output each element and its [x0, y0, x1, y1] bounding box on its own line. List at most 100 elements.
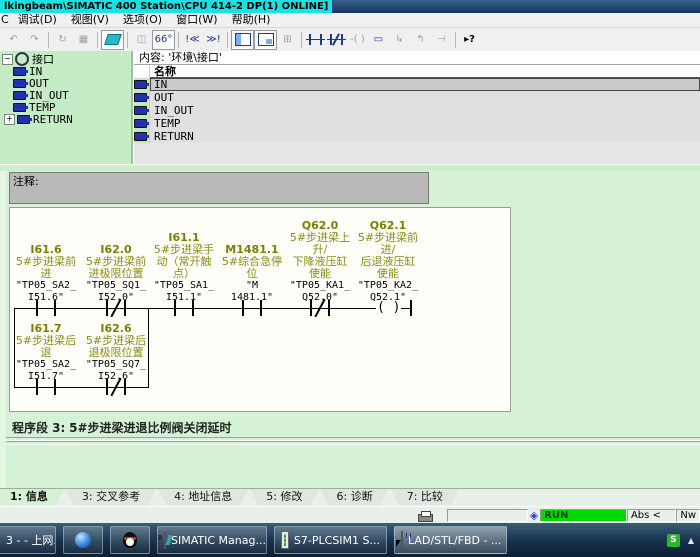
network-title[interactable]: 程序段 3: 5#步进梁进退比例阀关闭延时 — [12, 419, 232, 436]
tab-cross-reference[interactable]: 3: 交叉参考 — [66, 489, 156, 505]
table-row[interactable]: OUT — [134, 91, 700, 104]
goto-previous-error-icon[interactable]: !≪ — [182, 31, 203, 49]
tree-item-temp[interactable]: TEMP — [0, 101, 131, 113]
tree-item-in-out[interactable]: IN_OUT — [0, 89, 131, 101]
menu-bar: C 调试(D) 视图(V) 选项(O) 窗口(W) 帮助(H) — [0, 13, 700, 28]
taskbar-button-qq[interactable] — [110, 526, 150, 554]
undo-icon[interactable]: ↶ — [3, 31, 24, 49]
taskbar-button-label: SIMATIC Manag... — [171, 534, 266, 547]
taskbar-button-browser-window[interactable]: 3 - - 上网... — [0, 526, 56, 554]
coil-tool-icon[interactable]: -( ) — [347, 31, 368, 49]
system-tray: S ▲ — [667, 534, 700, 547]
redo-icon[interactable]: ↷ — [24, 31, 45, 49]
collapse-icon[interactable]: − — [2, 54, 13, 65]
context-help-icon[interactable]: ▸? — [459, 31, 480, 49]
ladder-element-label: I62.6 5#步进梁后 退极限位置 "TP05_SQ7_ I52.6" — [80, 323, 152, 383]
taskbar-button-label: LAD/STL/FBD - ... — [408, 534, 501, 547]
ladder-element-label: I61.6 5#步进梁前 进 "TP05_SA2_ I51.6" — [10, 244, 82, 304]
coil-symbol[interactable]: ( ) — [376, 300, 401, 316]
tree-item-label: RETURN — [33, 113, 73, 126]
window-title: lkingbeam\SIMATIC 400 Station\CPU 414-2 … — [0, 0, 332, 13]
tab-diagnostics[interactable]: 6: 诊断 — [321, 489, 389, 505]
declaration-table: 名称 IN OUT IN_OUT TEMP — [134, 65, 700, 164]
table-row[interactable]: IN — [134, 78, 700, 91]
monitor-glasses-icon[interactable]: 66° — [152, 30, 175, 50]
table-row[interactable]: TEMP — [134, 117, 700, 130]
toolbar-separator — [127, 32, 128, 48]
declaration-icon — [17, 115, 30, 124]
no-contact-symbol[interactable] — [242, 300, 262, 316]
menu-options[interactable]: 选项(O) — [116, 13, 169, 27]
declaration-icon — [134, 119, 147, 128]
connection-diamond-icon: ◈ — [530, 509, 538, 522]
tray-s-icon[interactable]: S — [667, 534, 680, 547]
declaration-icon — [13, 103, 26, 112]
tab-modify[interactable]: 5: 修改 — [250, 489, 318, 505]
expand-icon[interactable]: + — [4, 114, 15, 125]
no-contact-symbol[interactable] — [36, 379, 56, 395]
contents-header: 内容: '环境\接口' — [134, 51, 700, 65]
name-column-header: 名称 — [150, 65, 700, 78]
open-branch-icon[interactable]: ↳ — [389, 31, 410, 49]
lad-editor-window: lkingbeam\SIMATIC 400 Station\CPU 414-2 … — [0, 0, 700, 557]
tree-item-in[interactable]: IN — [0, 65, 131, 77]
stamp-icon[interactable]: ▦ — [73, 31, 94, 49]
ladder-element-label: Q62.1 5#步进梁前 进/ 后退液压缸 使能 "TP05_KA2_ Q52.… — [352, 220, 424, 304]
tree-root-interface[interactable]: − 接口 — [0, 53, 131, 65]
taskbar-button-lad-editor[interactable]: LAD/STL/FBD - ... — [394, 526, 507, 554]
rail-tool-icon[interactable]: ⊣ — [431, 31, 452, 49]
table-row[interactable]: IN_OUT — [134, 104, 700, 117]
menu-window[interactable]: 窗口(W) — [169, 13, 224, 27]
title-bar[interactable]: lkingbeam\SIMATIC 400 Station\CPU 414-2 … — [0, 0, 700, 13]
declaration-view-icon[interactable] — [231, 30, 254, 50]
goto-next-error-icon[interactable]: ≫! — [203, 31, 224, 49]
branch-rung-line — [14, 387, 148, 388]
no-contact-tool-icon[interactable] — [305, 31, 326, 49]
compare-icon[interactable]: ◫ — [131, 31, 152, 49]
close-branch-icon[interactable]: ↰ — [410, 31, 431, 49]
qq-penguin-icon — [123, 532, 137, 548]
tab-compare[interactable]: 7: 比较 — [391, 489, 459, 505]
toolbar-separator — [48, 32, 49, 48]
status-empty-field — [447, 509, 528, 522]
ladder-network[interactable]: I61.6 5#步进梁前 进 "TP05_SA2_ I51.6" I62.0 5… — [9, 207, 511, 412]
comment-view-icon[interactable] — [254, 30, 277, 50]
menu-plc-partial[interactable]: C — [0, 13, 11, 27]
nc-contact-symbol[interactable] — [310, 300, 330, 316]
no-contact-symbol[interactable] — [174, 300, 194, 316]
taskbar-button-label: 3 - - 上网... — [6, 532, 56, 548]
menu-help[interactable]: 帮助(H) — [225, 13, 278, 27]
toolbar-separator — [227, 32, 228, 48]
taskbar-button-plcsim[interactable]: S7-PLCSIM1 S... — [274, 526, 387, 554]
download-icon[interactable] — [101, 30, 124, 50]
empty-box-tool-icon[interactable]: ▭ — [368, 31, 389, 49]
browser-icon — [75, 532, 91, 548]
menu-view[interactable]: 视图(V) — [64, 13, 116, 27]
toolbar-separator — [455, 32, 456, 48]
rung-line — [14, 308, 410, 309]
nc-contact-tool-icon[interactable] — [326, 31, 347, 49]
ladder-element-label: M1481.1 5#综合急停 位 "M 1481.1" — [216, 244, 288, 304]
ladder-element-label: I62.0 5#步进梁前 进极限位置 "TP05_SQ1_ I52.0" — [80, 244, 152, 304]
interface-icon — [15, 52, 29, 66]
no-contact-symbol[interactable] — [36, 300, 56, 316]
tree-item-out[interactable]: OUT — [0, 77, 131, 89]
nc-contact-symbol[interactable] — [106, 379, 126, 395]
tab-address-info[interactable]: 4: 地址信息 — [158, 489, 248, 505]
tab-info[interactable]: 1: 信息 — [0, 489, 64, 505]
update-icon[interactable]: ↻ — [52, 31, 73, 49]
toolbar: ↶ ↷ ↻ ▦ ◫ 66° !≪ ≫! ⊞ -( ) ▭ ↳ ↰ ⊣ ▸? — [0, 28, 700, 52]
taskbar-button-internet[interactable] — [63, 526, 103, 554]
nc-contact-symbol[interactable] — [106, 300, 126, 316]
network-comment-box[interactable]: 注释: — [9, 172, 429, 204]
tray-up-arrow-icon[interactable]: ▲ — [688, 536, 694, 545]
row-name: RETURN — [150, 130, 700, 143]
tree-item-return[interactable]: + RETURN — [0, 113, 131, 125]
menu-debug[interactable]: 调试(D) — [11, 13, 64, 27]
declaration-section: − 接口 IN OUT IN_OUT TEMP + — [0, 51, 700, 164]
interface-tree: − 接口 IN OUT IN_OUT TEMP + — [0, 51, 133, 164]
taskbar-button-simatic-manager[interactable]: SIMATIC Manag... — [157, 526, 267, 554]
new-network-icon[interactable]: ⊞ — [277, 31, 298, 49]
table-row[interactable]: RETURN — [134, 130, 700, 143]
run-status-field: RUN — [540, 509, 627, 522]
